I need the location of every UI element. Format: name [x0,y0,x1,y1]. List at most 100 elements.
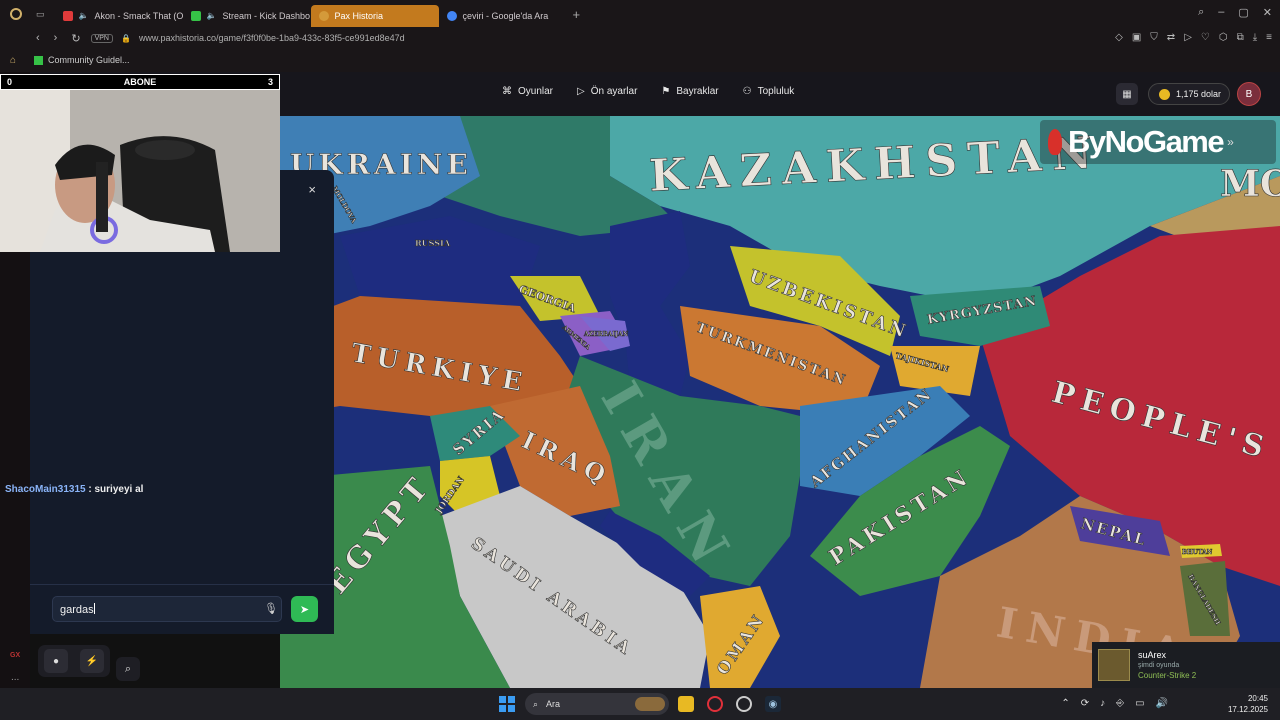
shield-icon[interactable]: ⛉ [1150,32,1158,43]
nav-presets[interactable]: ▷ Ön ayarlar [577,86,637,97]
forward-icon[interactable]: › [54,32,58,45]
extensions-icon[interactable]: ⧉ [1237,32,1244,43]
close-window-icon[interactable]: ✕ [1263,6,1272,19]
flame-logo-icon [1048,129,1062,155]
address-bar-actions: ◇ ▣ ⛉ ⇄ ▷ ♡ ⬡ ⧉ ⤓ ≡ [1115,32,1272,43]
usb-icon[interactable]: ⎆ [1116,698,1124,709]
users-icon: ⚇ [742,86,752,97]
webcam-feed [0,90,280,252]
gift-icon: ▦ [1122,88,1132,100]
window-controls: ⌕ – ▢ ✕ [1198,6,1272,19]
bookmark-icon[interactable]: ◇ [1115,32,1123,43]
search-highlight-image [635,697,665,711]
close-chat-button[interactable]: × [308,182,316,197]
tab-label: Pax Historia [334,10,384,21]
chat-bubble-icon: ● [52,655,60,667]
map-label: BHUTAN [1182,549,1213,556]
cube-icon[interactable]: ⬡ [1219,32,1228,43]
bookmark-item[interactable]: Community Guidel... [34,55,130,65]
nav-label: Ön ayarlar [590,86,638,97]
reload-icon[interactable]: ↻ [71,32,80,45]
workspace-icon[interactable]: ⌂ [10,55,16,66]
mic-tray-icon[interactable]: ♪ [1100,698,1105,709]
nav-flags[interactable]: ⚑ Bayraklar [661,86,718,97]
chat-input[interactable]: gardas [52,596,282,622]
friend-name: suArex [1138,650,1167,660]
kick-favicon-icon [190,10,201,21]
tab-label: Akon - Smack That (O [94,10,183,21]
tab-label: çeviri - Google'da Ara [462,10,549,21]
opera-logo-icon[interactable] [10,8,22,20]
search-icon: ⌕ [533,698,539,709]
microphone-icon[interactable]: 🎙 [264,602,278,615]
nav-label: Topluluk [757,86,795,97]
url-field[interactable]: www.paxhistoria.co/game/f3f0f0be-1ba9-43… [139,33,405,43]
chat-divider [30,584,334,585]
back-icon[interactable]: ‹ [36,32,40,45]
tab-overview-icon[interactable]: ▭ [36,9,45,20]
chat-text: suriyeyi al [94,484,144,495]
user-avatar[interactable]: B [1237,82,1261,106]
steam-icon[interactable]: ◉ [765,696,781,712]
tray-chevron-icon[interactable]: ⌃ [1061,698,1069,709]
browser-tab-active[interactable]: Pax Historia [310,4,439,27]
gx-label[interactable]: GX [10,652,20,659]
translate-icon[interactable]: ⇄ [1167,32,1175,43]
kick-favicon-icon [34,55,43,65]
friend-notification[interactable]: suArex şimdi oyunda Counter-Strike 2 [1092,642,1280,688]
friend-game: Counter-Strike 2 [1138,671,1197,680]
gift-button[interactable]: ▦ [1116,83,1138,105]
taskbar-search[interactable]: ⌕ Ara [525,693,669,715]
nav-games[interactable]: ⌘ Oyunlar [502,86,553,97]
monitor-icon[interactable]: ▭ [1135,698,1144,709]
opera-gx-icon[interactable] [707,696,723,712]
lock-icon: 🔒 [120,33,131,43]
network-sync-icon[interactable]: ⟳ [1081,698,1089,709]
search-tabs-icon[interactable]: ⌕ [1198,6,1204,19]
map-label: MO [1220,163,1280,205]
browser-tab[interactable]: 🔈 Akon - Smack That (O [55,5,183,27]
logo-text: ByNoGame [1068,124,1225,159]
heart-icon[interactable]: ♡ [1201,32,1210,43]
chat-username[interactable]: ShacoMain31315 [5,484,86,495]
google-favicon-icon [446,10,457,21]
menu-icon[interactable]: ≡ [1266,32,1272,43]
browser-tab[interactable]: 🔈 Stream - Kick Dashbo [183,5,311,27]
chat-message: ShacoMain31315 : suriyeyi al [5,484,143,495]
currency-balance[interactable]: 1,175 dolar [1148,83,1230,105]
nav-community[interactable]: ⚇ Topluluk [743,86,795,97]
browser-tab-bar: ▭ 🔈 Akon - Smack That (O 🔈 Stream - Kick… [0,0,1280,28]
subscriber-counter: 0 ABONE 3 [0,74,280,90]
site-nav: ⌘ Oyunlar ▷ Ön ayarlar ⚑ Bayraklar ⚇ Toplulu… [502,86,794,97]
send-button[interactable]: ➤ [291,596,318,622]
world-map[interactable]: UKRAINE KAZAKHSTAN MO RUSSIA GEORGIA ARM… [280,116,1280,688]
volume-icon[interactable]: 🔊 [1156,698,1168,709]
taskbar-clock[interactable]: 20:45 17.12.2025 [1228,693,1268,715]
send-icon: ➤ [299,603,310,616]
snapshot-icon[interactable]: ▣ [1132,32,1141,43]
chat-bubble-button[interactable]: ● [44,649,68,673]
obs-icon[interactable] [736,696,752,712]
file-explorer-icon[interactable] [678,696,694,712]
more-icon[interactable]: ... [11,672,19,683]
currency-amount: 1,175 dolar [1176,89,1222,99]
lightning-button[interactable]: ⚡ [80,649,104,673]
browser-tab[interactable]: çeviri - Google'da Ara [439,5,567,27]
map-label: AZERBAIJAN [583,331,629,338]
windows-start-icon[interactable] [499,696,515,712]
vpn-badge[interactable]: VPN [90,33,113,43]
new-tab-button[interactable]: + [573,7,581,22]
map-search-button[interactable]: ⌕ [116,657,140,681]
taskbar-search-label: Ara [546,699,561,709]
maximize-icon[interactable]: ▢ [1238,6,1248,19]
text-caret [93,603,95,614]
nav-label: Bayraklar [676,86,719,97]
play-icon[interactable]: ▷ [1184,32,1192,43]
map-label: RUSSIA [415,238,451,248]
minimize-icon[interactable]: – [1218,6,1224,19]
pax-historia-favicon-icon [318,10,329,21]
bookmarks-bar: ⌂ Community Guidel... [0,48,1280,72]
notification-text: suArex şimdi oyunda Counter-Strike 2 [1138,650,1196,680]
download-icon[interactable]: ⤓ [1253,32,1257,43]
gamepad-icon: ⌘ [502,86,512,97]
